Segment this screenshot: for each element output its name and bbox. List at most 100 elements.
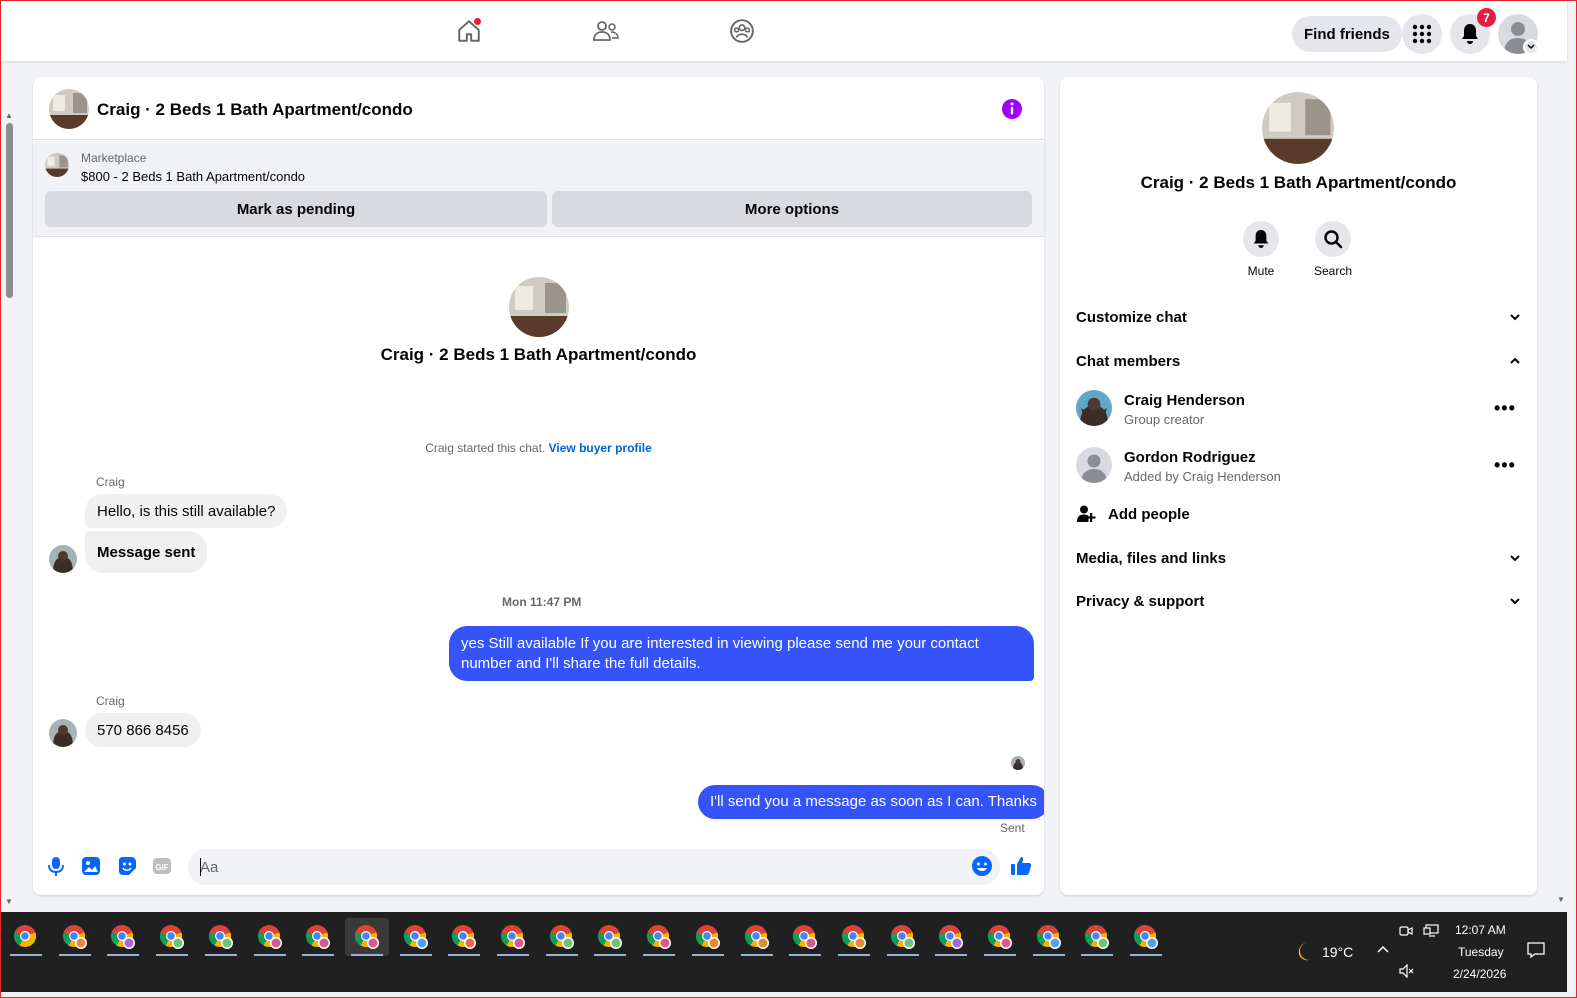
notification-center-icon[interactable]	[1527, 941, 1545, 959]
scrollbar-thumb[interactable]	[6, 123, 13, 298]
friends-icon[interactable]	[590, 15, 622, 47]
incoming-message[interactable]: 570 866 8456	[85, 713, 201, 747]
taskbar-chrome-icon[interactable]	[199, 918, 243, 956]
clock-date[interactable]: 2/24/2026	[1453, 967, 1506, 981]
weather-moon-icon[interactable]	[1292, 939, 1316, 963]
member-row[interactable]: Craig Henderson Group creator •••	[1076, 390, 1521, 430]
member-row[interactable]: Gordon Rodriguez Added by Craig Henderso…	[1076, 447, 1521, 487]
customize-chat-label: Customize chat	[1076, 308, 1187, 326]
chevron-up-icon	[1510, 357, 1520, 364]
thumbs-up-icon[interactable]	[1010, 855, 1032, 877]
incoming-message[interactable]: Hello, is this still available?	[85, 494, 288, 528]
chat-title[interactable]: Craig · 2 Beds 1 Bath Apartment/condo	[97, 100, 413, 120]
home-icon[interactable]	[453, 15, 485, 47]
taskbar-chrome-icon[interactable]	[150, 918, 194, 956]
right-scroll-down-arrow-icon[interactable]: ▼	[1557, 895, 1565, 904]
listing-price-title[interactable]: $800 - 2 Beds 1 Bath Apartment/condo	[81, 169, 305, 184]
chevron-up-icon[interactable]	[1377, 945, 1389, 953]
taskbar-chrome-icon[interactable]	[929, 918, 973, 956]
microphone-icon[interactable]	[45, 855, 67, 877]
info-icon[interactable]	[1001, 98, 1023, 120]
message-input[interactable]	[188, 849, 1000, 885]
more-options-button[interactable]: More options	[552, 191, 1032, 227]
more-options-icon[interactable]: •••	[1494, 398, 1516, 419]
scroll-up-arrow-icon[interactable]: ▲	[5, 111, 13, 120]
taskbar-chrome-icon[interactable]	[4, 918, 48, 956]
photo-icon[interactable]	[80, 855, 102, 877]
sender-avatar[interactable]	[49, 545, 77, 573]
media-files-links-section[interactable]: Media, files and links	[1076, 546, 1521, 570]
clock-time[interactable]: 12:07 AM	[1455, 923, 1506, 937]
chat-center-avatar[interactable]	[509, 277, 569, 337]
incoming-message[interactable]: Message sent	[85, 531, 208, 573]
taskbar-chrome-icon[interactable]	[735, 918, 779, 956]
mute-action[interactable]: Mute	[1231, 221, 1291, 278]
listing-source-label: Marketplace	[81, 151, 147, 165]
member-avatar	[1076, 390, 1112, 426]
groups-icon[interactable]	[726, 15, 758, 47]
taskbar-chrome-icon[interactable]	[101, 918, 145, 956]
search-icon	[1324, 230, 1343, 249]
taskbar-chrome-icon[interactable]	[783, 918, 827, 956]
account-chevron-down-icon[interactable]	[1523, 39, 1539, 55]
page-scrollbar[interactable]: ▲ ▼	[1, 61, 17, 910]
taskbar-chrome-icon[interactable]	[1027, 918, 1071, 956]
camera-icon[interactable]	[1399, 924, 1413, 938]
mark-as-pending-button[interactable]: Mark as pending	[45, 191, 547, 227]
bell-icon	[1462, 24, 1478, 44]
listing-thumbnail[interactable]	[45, 153, 69, 177]
taskbar-chrome-icon[interactable]	[540, 918, 584, 956]
seen-receipt-avatar	[1011, 756, 1025, 770]
outgoing-message[interactable]: I'll send you a message as soon as I can…	[698, 785, 1044, 819]
view-buyer-profile-link[interactable]: View buyer profile	[549, 441, 652, 455]
sender-avatar[interactable]	[49, 719, 77, 747]
taskbar-chrome-icon[interactable]	[248, 918, 292, 956]
taskbar-chrome-icon[interactable]	[394, 918, 438, 956]
details-avatar[interactable]	[1262, 92, 1334, 164]
weather-temperature[interactable]: 19°C	[1322, 944, 1353, 960]
gif-icon[interactable]: GIF	[151, 855, 173, 877]
chat-members-label: Chat members	[1076, 352, 1181, 370]
taskbar-chrome-icon[interactable]	[442, 918, 486, 956]
sticker-icon[interactable]	[116, 855, 138, 877]
chat-header: Craig · 2 Beds 1 Bath Apartment/condo	[33, 77, 1044, 140]
top-navigation-bar: Find friends 7	[1, 1, 1567, 61]
chat-start-text: Craig started this chat.	[425, 441, 546, 455]
taskbar-chrome-icon[interactable]	[637, 918, 681, 956]
more-options-icon[interactable]: •••	[1494, 455, 1516, 476]
privacy-support-section[interactable]: Privacy & support	[1076, 589, 1521, 613]
find-friends-button[interactable]: Find friends	[1292, 16, 1402, 52]
taskbar-chrome-icon[interactable]	[686, 918, 730, 956]
clock-day[interactable]: Tuesday	[1458, 945, 1504, 959]
taskbar-chrome-icon[interactable]	[296, 918, 340, 956]
menu-button[interactable]	[1402, 14, 1442, 54]
chevron-down-icon	[1510, 598, 1520, 605]
privacy-support-label: Privacy & support	[1076, 592, 1205, 610]
chat-members-section[interactable]: Chat members	[1076, 349, 1521, 373]
chat-avatar[interactable]	[49, 89, 89, 129]
chat-center-name: Craig · 2 Beds 1 Bath Apartment/condo	[380, 345, 697, 364]
taskbar-chrome-icon[interactable]	[53, 918, 97, 956]
notification-badge: 7	[1477, 8, 1496, 27]
taskbar-chrome-icon[interactable]	[1075, 918, 1119, 956]
taskbar-chrome-icon[interactable]	[491, 918, 535, 956]
add-people-label: Add people	[1108, 505, 1190, 523]
outgoing-message[interactable]: yes Still available If you are intereste…	[449, 626, 1034, 681]
notifications-button[interactable]: 7	[1450, 8, 1496, 54]
volume-muted-icon[interactable]	[1399, 964, 1415, 978]
customize-chat-section[interactable]: Customize chat	[1076, 305, 1521, 329]
search-action[interactable]: Search	[1303, 221, 1363, 278]
taskbar-chrome-icon[interactable]	[344, 918, 389, 956]
add-people-button[interactable]: Add people	[1076, 502, 1521, 526]
taskbar-chrome-icon[interactable]	[832, 918, 876, 956]
message-sent-status: Sent	[1000, 821, 1025, 835]
taskbar-chrome-icon[interactable]	[978, 918, 1022, 956]
scroll-down-arrow-icon[interactable]: ▼	[5, 897, 13, 906]
taskbar-chrome-icon[interactable]	[881, 918, 925, 956]
network-icon[interactable]	[1423, 924, 1439, 938]
grid-menu-icon	[1412, 24, 1432, 44]
emoji-icon[interactable]	[971, 855, 993, 877]
taskbar-chrome-icon[interactable]	[588, 918, 632, 956]
taskbar-chrome-icon[interactable]	[1124, 918, 1168, 956]
media-files-links-label: Media, files and links	[1076, 549, 1227, 567]
